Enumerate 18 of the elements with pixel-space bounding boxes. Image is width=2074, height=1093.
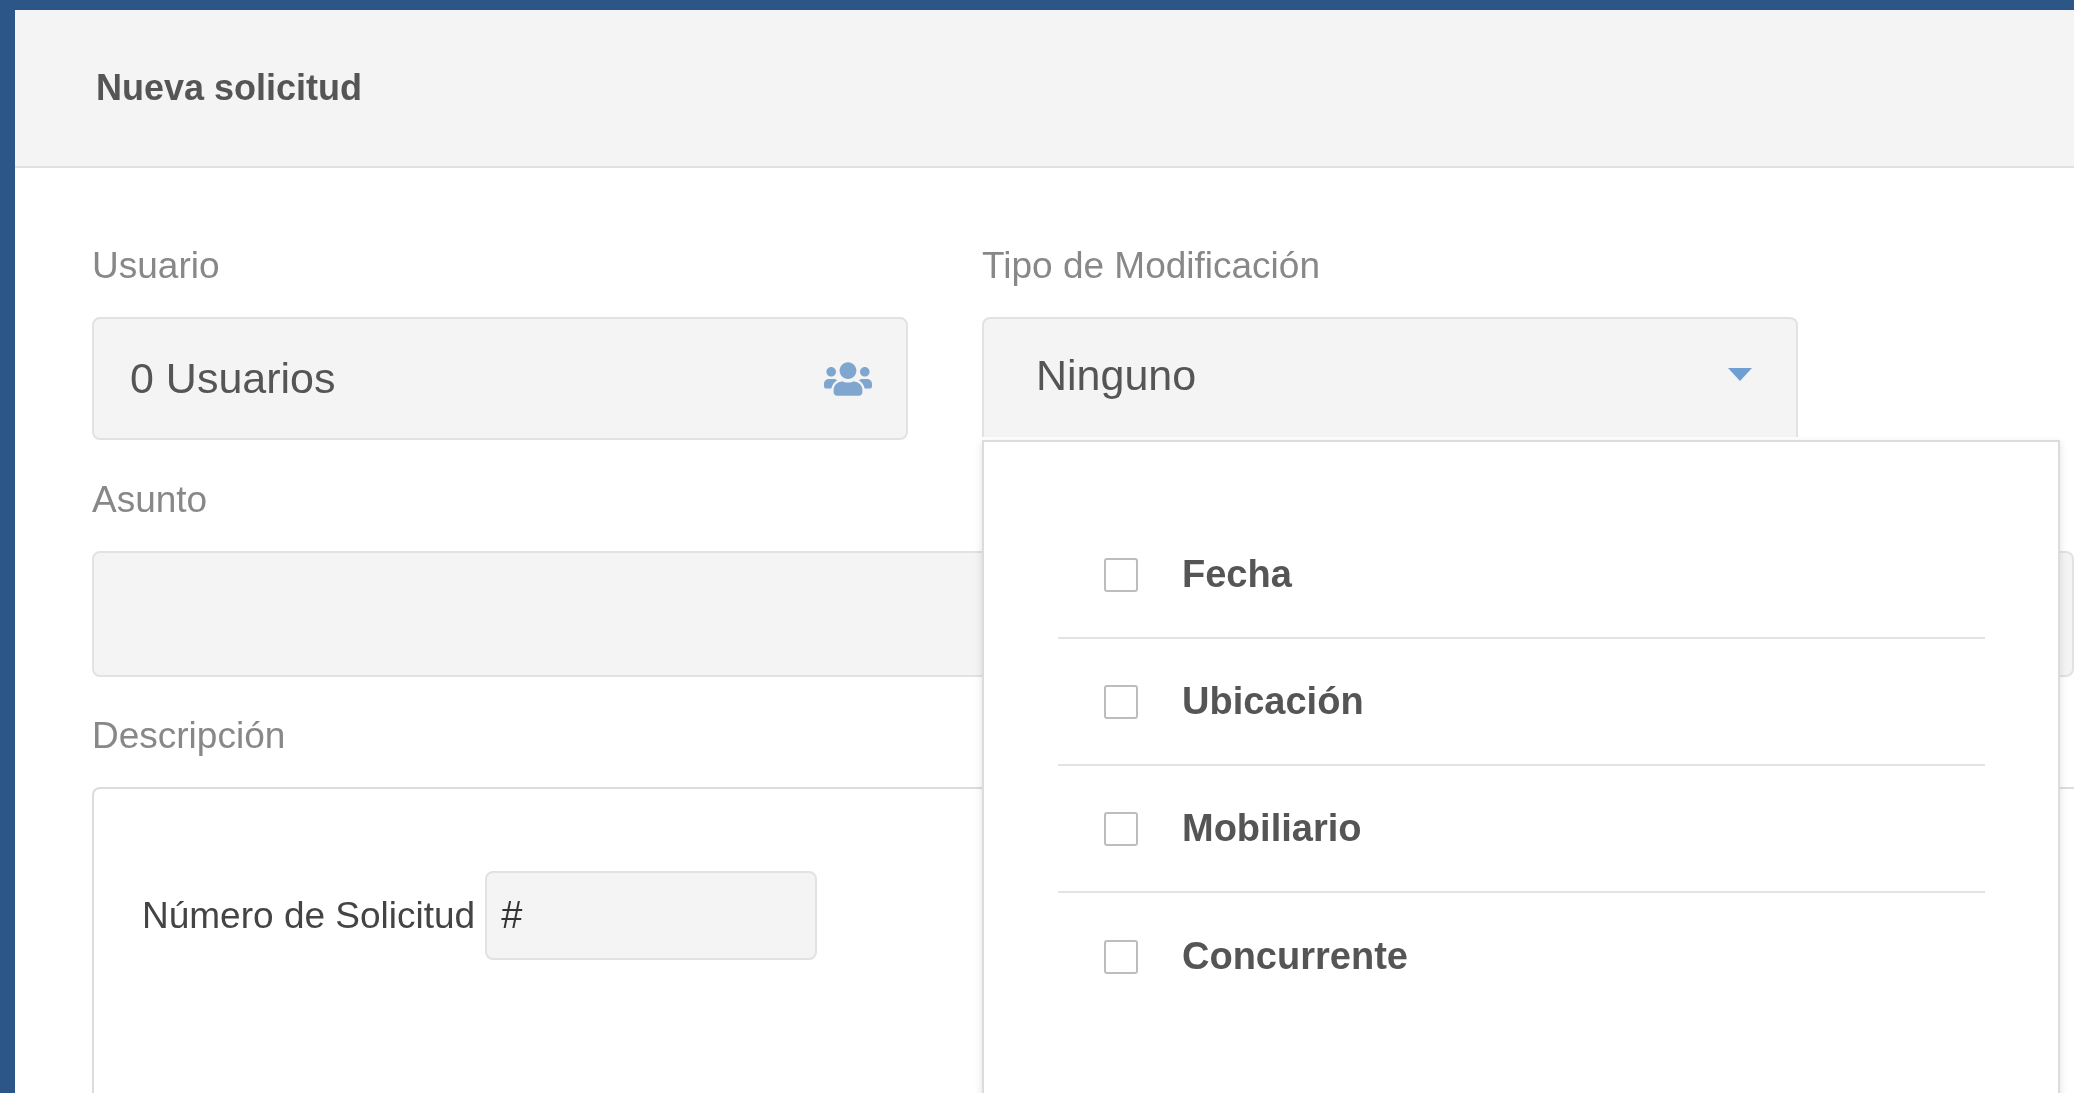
option-label[interactable]: Fecha [1182, 553, 1292, 596]
checkbox[interactable] [1104, 557, 1138, 592]
option-label[interactable]: Concurrente [1182, 935, 1408, 978]
users-field[interactable]: 0 Usuarios [92, 317, 908, 440]
checkbox[interactable] [1104, 939, 1138, 974]
option-label[interactable]: Ubicación [1182, 680, 1364, 723]
field-label: Descripción [92, 714, 287, 758]
option-label[interactable]: Mobiliario [1182, 807, 1362, 850]
page-title: Nueva solicitud [96, 67, 363, 109]
checkbox[interactable] [1104, 684, 1138, 719]
field-label: Tipo de Modificación [982, 244, 1321, 288]
modification-select[interactable]: Ninguno [982, 317, 1798, 437]
caret-icon [1728, 368, 1752, 382]
field-label: Usuario [92, 244, 221, 288]
field-label: Número de Solicitud [142, 894, 476, 938]
field-label: Asunto [92, 478, 209, 522]
request-number-field[interactable]: # [485, 871, 818, 960]
checkbox[interactable] [1104, 811, 1138, 846]
